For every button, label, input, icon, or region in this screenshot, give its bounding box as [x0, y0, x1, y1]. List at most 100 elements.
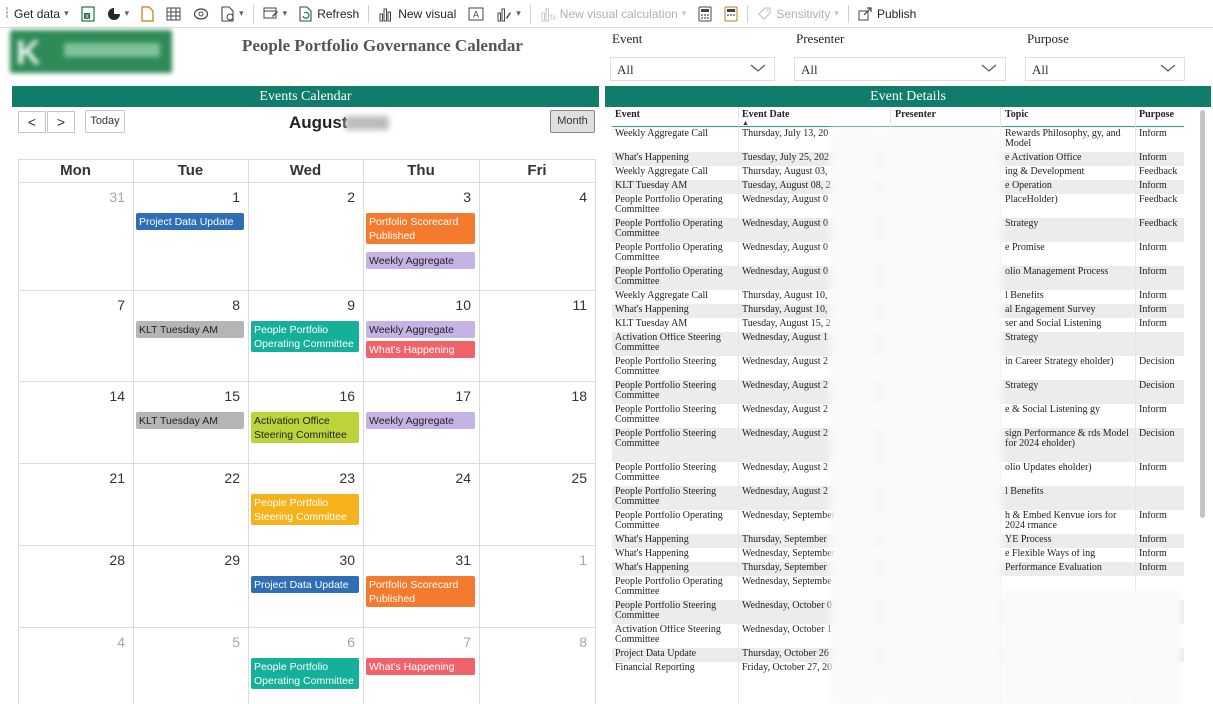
svg-text:fx: fx: [550, 13, 556, 22]
cell-event: People Portfolio Steering Committee: [615, 601, 717, 621]
day-number: 11: [572, 297, 587, 313]
weekday-header: Thu: [407, 162, 435, 179]
svg-text:X: X: [85, 14, 89, 20]
day-number: 1: [579, 552, 587, 568]
redacted-region: [1000, 590, 1180, 704]
day-number: 6: [347, 634, 355, 650]
sql-server-icon[interactable]: [135, 0, 160, 28]
event-dropdown-value: All: [617, 62, 634, 77]
data-hub-button[interactable]: ▾: [101, 0, 136, 28]
cell-event: What's Happening: [615, 563, 689, 573]
report-canvas: ┆ Get data ▾ X ▾ ▾ ▾ Refresh New visual …: [0, 0, 1213, 704]
next-month-button[interactable]: >: [47, 111, 75, 133]
cell-topic: Rewards Philosophy, gy, and Model: [1005, 129, 1121, 149]
cell-topic: h & Embed Kenvue iors for 2024 rmance: [1005, 511, 1117, 531]
sort-ascending-icon: ▲: [742, 120, 749, 127]
toolbar-divider: [252, 4, 254, 23]
new-measure-icon[interactable]: [692, 0, 718, 28]
cell-topic: l Benefits: [1005, 291, 1044, 301]
calendar-event[interactable]: People Portfolio Operating Committee: [251, 321, 359, 352]
toolbar-divider: [529, 4, 531, 23]
presenter-dropdown-value: All: [801, 62, 818, 77]
cell-event: People Portfolio Operating Committee: [615, 243, 723, 263]
chevron-down-icon: ▾: [282, 8, 288, 18]
calendar-event[interactable]: People Portfolio Steering Committee: [251, 494, 359, 525]
publish-label: Publish: [876, 6, 917, 21]
calendar-event[interactable]: What's Happening: [366, 658, 475, 675]
get-data-button[interactable]: ┆ Get data ▾: [0, 0, 75, 28]
cell-purpose: Inform: [1139, 291, 1167, 301]
text-box-icon[interactable]: A: [462, 0, 490, 28]
day-number: 10: [455, 297, 471, 313]
cell-topic: olio Updates eholder): [1005, 463, 1092, 473]
column-header-topic[interactable]: Topic: [1005, 109, 1029, 120]
cell-event: Weekly Aggregate Call: [615, 291, 709, 301]
calendar-event[interactable]: KLT Tuesday AM: [136, 412, 244, 429]
column-header-event-date[interactable]: Event Date: [742, 109, 790, 120]
cell-purpose: Inform: [1139, 129, 1167, 139]
quick-measure-icon[interactable]: [718, 0, 744, 28]
cell-purpose: Feedback: [1139, 195, 1178, 205]
column-header-event[interactable]: Event: [615, 109, 640, 120]
cell-purpose: Inform: [1139, 549, 1167, 559]
chevron-down-icon: ▾: [64, 8, 69, 18]
publish-button[interactable]: Publish: [852, 0, 922, 28]
today-button[interactable]: Today: [85, 110, 125, 133]
cell-event: What's Happening: [615, 153, 689, 163]
purpose-dropdown[interactable]: All: [1025, 57, 1185, 81]
transform-data-button[interactable]: ▾: [257, 0, 294, 28]
event-details-header: Event Details: [605, 86, 1211, 107]
cell-purpose: Inform: [1139, 563, 1167, 573]
column-header-presenter[interactable]: Presenter: [895, 109, 936, 120]
cell-topic: PlaceHolder): [1005, 195, 1058, 205]
presenter-dropdown[interactable]: All: [794, 57, 1006, 81]
sensitivity-label: Sensitivity: [776, 6, 831, 21]
dataverse-icon[interactable]: [187, 0, 215, 28]
column-header-purpose[interactable]: Purpose: [1139, 109, 1174, 120]
table-scrollbar-thumb[interactable]: [1200, 110, 1205, 518]
day-number: 21: [109, 470, 125, 486]
calendar-event[interactable]: People Portfolio Operating Committee: [251, 658, 359, 689]
sensitivity-button[interactable]: Sensitivity ▾: [751, 0, 845, 28]
day-number: 4: [579, 189, 587, 205]
prev-month-button[interactable]: <: [18, 111, 46, 133]
calendar-event[interactable]: KLT Tuesday AM: [136, 321, 244, 338]
calendar-event[interactable]: Activation Office Steering Committee: [251, 412, 359, 443]
month-view-button[interactable]: Month: [550, 110, 595, 133]
toolbar-divider: [368, 4, 370, 23]
cell-purpose: Inform: [1139, 153, 1167, 163]
more-visuals-button[interactable]: ▾: [490, 0, 527, 28]
weekday-header: Fri: [527, 162, 547, 179]
cell-topic: al Engagement Survey: [1005, 305, 1096, 315]
cell-event: People Portfolio Steering Committee: [615, 463, 717, 483]
cell-purpose: Inform: [1139, 305, 1167, 315]
event-slicer: Event All: [610, 31, 775, 81]
excel-icon[interactable]: X: [75, 0, 101, 28]
calendar-event[interactable]: Portfolio Scorecard Published: [366, 576, 475, 607]
calendar-event[interactable]: Weekly Aggregate Call: [366, 252, 475, 269]
chevron-down-icon: ▾: [681, 8, 687, 18]
cell-event: People Portfolio Steering Committee: [615, 357, 717, 377]
new-visual-label: New visual: [398, 6, 457, 21]
chevron-down-icon: ▾: [239, 8, 244, 18]
calendar-year-redacted: [345, 116, 389, 130]
day-number: 3: [463, 189, 471, 205]
cell-event: Activation Office Steering Committee: [615, 625, 721, 645]
calendar-event[interactable]: Project Data Update: [251, 576, 359, 593]
day-number: 16: [339, 388, 355, 404]
calendar-event[interactable]: Project Data Update: [136, 213, 244, 230]
day-number: 2: [347, 189, 355, 205]
cell-topic: l Benefits: [1005, 487, 1044, 497]
recent-sources-button[interactable]: ▾: [215, 0, 250, 28]
event-dropdown[interactable]: All: [610, 57, 775, 81]
calendar-event[interactable]: Weekly Aggregate Call: [366, 321, 475, 338]
calendar-event[interactable]: Portfolio Scorecard Published: [366, 213, 475, 244]
cell-topic: sign Performance & rds Model for 2024 eh…: [1005, 429, 1129, 449]
new-visual-calculation-button[interactable]: fx New visual calculation ▾: [534, 0, 693, 28]
calendar-event[interactable]: Weekly Aggregate Call: [366, 412, 475, 429]
day-number: 8: [579, 634, 587, 650]
calendar-event[interactable]: What's Happening: [366, 340, 475, 358]
refresh-button[interactable]: Refresh: [293, 0, 365, 28]
enter-data-icon[interactable]: [160, 0, 187, 28]
new-visual-button[interactable]: New visual: [372, 0, 462, 28]
